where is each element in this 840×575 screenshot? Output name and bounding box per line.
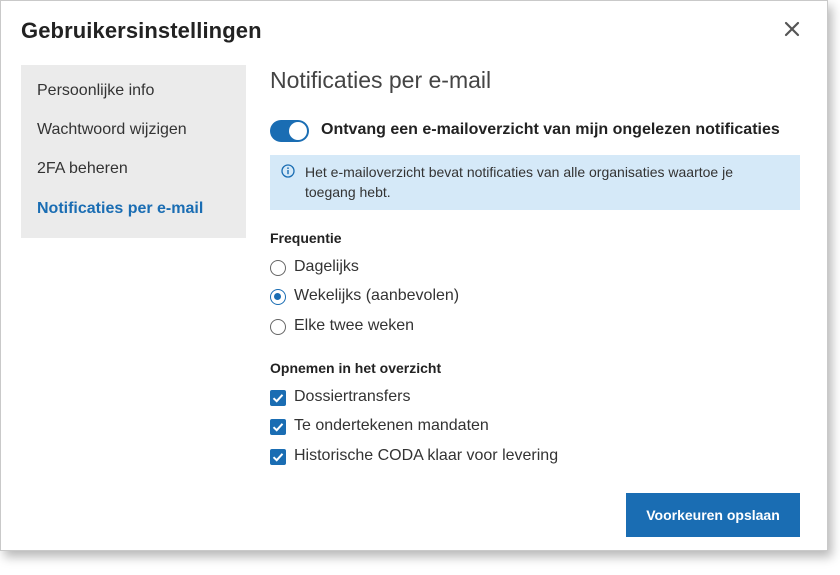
section-title: Notificaties per e-mail [270,67,492,93]
sidebar-item-personal-info[interactable]: Persoonlijke info [37,82,154,100]
include-option-label: Dossiertransfers [294,388,411,405]
radio-biweekly[interactable] [270,319,286,335]
check-icon [272,423,284,432]
radio-weekly[interactable] [270,289,286,305]
frequency-option-label: Dagelijks [294,258,359,275]
settings-dialog: Gebruikersinstellingen Persoonlijke info… [0,0,828,551]
checkbox-historic-coda[interactable] [270,449,286,465]
info-icon [281,164,295,178]
close-icon [784,21,800,37]
include-label: Opnemen in het overzicht [270,360,442,376]
email-digest-toggle-label: Ontvang een e-mailoverzicht van mijn ong… [321,121,780,138]
frequency-option-label: Wekelijks (aanbevolen) [294,287,460,304]
close-button[interactable] [781,18,803,40]
include-option-label: Historische CODA klaar voor levering [294,447,559,464]
info-text: Het e-mailoverzicht bevat notificaties v… [305,164,733,200]
dialog-title: Gebruikersinstellingen [21,18,262,43]
toggle-knob [289,122,307,140]
sidebar-item-email-notifications[interactable]: Notificaties per e-mail [37,200,203,218]
check-icon [272,394,284,403]
frequency-option-label: Elke twee weken [294,317,415,334]
save-preferences-button[interactable]: Voorkeuren opslaan [626,493,800,537]
info-banner: Het e-mailoverzicht bevat notificaties v… [270,155,800,210]
frequency-label: Frequentie [270,230,342,246]
settings-sidebar: Persoonlijke info Wachtwoord wijzigen 2F… [21,65,246,238]
sidebar-item-2fa[interactable]: 2FA beheren [37,160,128,178]
include-option-label: Te ondertekenen mandaten [294,417,489,434]
email-digest-toggle[interactable] [270,120,309,142]
checkbox-dossier-transfers[interactable] [270,390,286,406]
check-icon [272,453,284,462]
sidebar-item-change-password[interactable]: Wachtwoord wijzigen [37,121,187,139]
checkbox-mandates[interactable] [270,419,286,435]
radio-daily[interactable] [270,260,286,276]
